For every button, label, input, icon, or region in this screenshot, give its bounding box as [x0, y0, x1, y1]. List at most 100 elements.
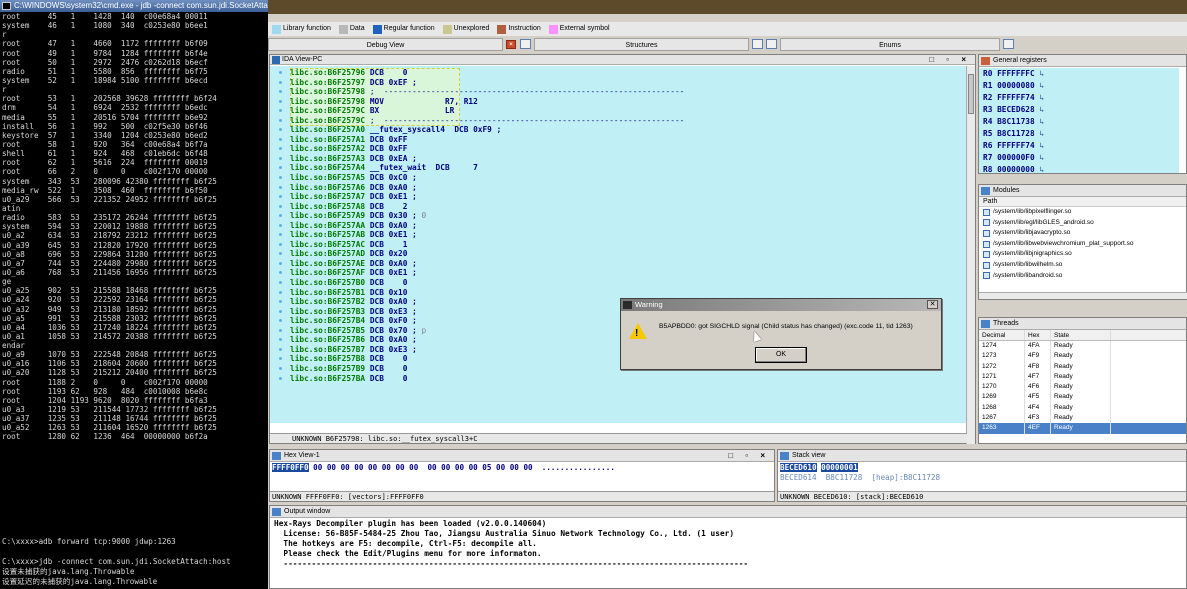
asm-line[interactable]: libc.so:B6F257AA DCB 0xA0 ;: [279, 221, 967, 231]
process-row: r: [2, 30, 7, 40]
asm-line[interactable]: libc.so:B6F257A8 DCB 2: [279, 202, 967, 212]
register-row[interactable]: R1 00000080 ↳: [983, 80, 1179, 92]
thread-row[interactable]: 1274 4FA Ready: [979, 341, 1186, 352]
asm-line[interactable]: libc.so:B6F257A5 DCB 0xC0 ;: [279, 173, 967, 183]
asm-line[interactable]: libc.so:B6F257AB DCB 0xE1 ;: [279, 230, 967, 240]
tab-structures[interactable]: Structures: [534, 38, 749, 51]
output-text[interactable]: Hex-Rays Decompiler plugin has been load…: [274, 519, 1182, 569]
asm-line[interactable]: libc.so:B6F2579C ; ---------------------…: [279, 116, 967, 126]
registers-title-bar[interactable]: General registers: [979, 55, 1186, 67]
hex-view-pane[interactable]: Hex View-1 □ ▫ × FFFF0FF0 00 00 00 00 00…: [269, 449, 775, 502]
threads-title-bar[interactable]: Threads: [979, 318, 1186, 330]
stack-view-title-bar[interactable]: Stack view: [778, 450, 1186, 462]
thread-row[interactable]: 1263 4EF Ready: [979, 423, 1186, 434]
col-hex[interactable]: Hex: [1025, 330, 1051, 340]
register-jump-icon: ↳: [1039, 93, 1045, 102]
asm-line[interactable]: libc.so:B6F257AD DCB 0x20: [279, 249, 967, 259]
ida-view-pane[interactable]: IDA View-PC □ ▫ × libc.so:B6F25796 DCB 0…: [269, 54, 976, 444]
breakpoint-dot-icon: [279, 281, 282, 285]
asm-line[interactable]: libc.so:B6F257AE DCB 0xA0 ;: [279, 259, 967, 269]
navigation-band[interactable]: [268, 0, 1187, 14]
thread-row[interactable]: 1269 4F5 Ready: [979, 392, 1186, 403]
horizontal-scrollbar[interactable]: [979, 292, 1187, 299]
col-decimal[interactable]: Decimal: [979, 330, 1025, 340]
registers-pane[interactable]: General registers R0 FFFFFFFC ↳ R1 000000…: [978, 54, 1187, 174]
thread-row[interactable]: 1271 4F7 Ready: [979, 371, 1186, 383]
register-row[interactable]: R5 B8C11728 ↳: [983, 128, 1179, 140]
thread-row[interactable]: 1272 4F8 Ready: [979, 361, 1186, 372]
stack-view-pane[interactable]: Stack view BECED610 00000001 BECED614 B8C…: [777, 449, 1187, 502]
restore-icon[interactable]: [752, 39, 763, 49]
ida-view-title-bar[interactable]: IDA View-PC □ ▫ ×: [270, 55, 975, 65]
module-row[interactable]: /system/lib/libwilhelm.so: [979, 260, 1186, 271]
window-buttons[interactable]: □ ▫ ×: [728, 450, 770, 462]
asm-line[interactable]: libc.so:B6F257A2 DCB 0xFF: [279, 144, 967, 154]
register-row[interactable]: R0 FFFFFFFC ↳: [983, 68, 1179, 80]
hex-dump[interactable]: FFFF0FF0 00 00 00 00 00 00 00 00 00 00 0…: [270, 463, 766, 489]
asm-line[interactable]: libc.so:B6F257A4 __futex_wait DCB 7: [279, 163, 967, 173]
module-row[interactable]: /system/lib/libjnigraphics.so: [979, 249, 1186, 260]
ok-button[interactable]: OK: [755, 347, 807, 363]
vertical-scrollbar[interactable]: [966, 66, 975, 444]
asm-line[interactable]: libc.so:B6F2579C BX LR: [279, 106, 967, 116]
asm-line[interactable]: libc.so:B6F257A9 DCB 0x30 ; 0: [279, 211, 967, 221]
close-icon[interactable]: ✕: [927, 300, 938, 309]
output-title-bar[interactable]: Output window: [270, 506, 1186, 518]
thread-row[interactable]: 1270 4F6 Ready: [979, 382, 1186, 393]
asm-op: DCB: [369, 287, 384, 297]
asm-address: libc.so:B6F2579C: [290, 106, 366, 116]
asm-line[interactable]: libc.so:B6F257A3 DCB 0xEA ;: [279, 154, 967, 164]
asm-line[interactable]: libc.so:B6F257A6 DCB 0xA0 ;: [279, 183, 967, 193]
asm-address: libc.so:B6F257B7: [290, 344, 366, 354]
register-row[interactable]: R2 FFFFFF74 ↳: [983, 92, 1179, 104]
asm-line[interactable]: libc.so:B6F257AC DCB 1: [279, 240, 967, 250]
thread-row[interactable]: 1268 4F4 Ready: [979, 402, 1186, 414]
thread-row[interactable]: 1267 4F3 Ready: [979, 413, 1186, 424]
tab-debug-view[interactable]: Debug View: [268, 38, 503, 51]
restore-icon[interactable]: [1003, 39, 1014, 49]
asm-line[interactable]: libc.so:B6F257A1 DCB 0xFF: [279, 134, 967, 145]
module-path: /system/lib/libjavacrypto.so: [993, 229, 1071, 237]
hex-view-title-bar[interactable]: Hex View-1 □ ▫ ×: [270, 450, 774, 462]
register-row[interactable]: R7 000000F0 ↳: [983, 152, 1179, 164]
module-row[interactable]: /system/lib/libjavacrypto.so: [979, 228, 1186, 239]
register-row[interactable]: R4 B8C11738 ↳: [983, 116, 1179, 128]
output-window[interactable]: Output window Hex-Rays Decompiler plugin…: [269, 505, 1187, 589]
asm-line[interactable]: libc.so:B6F257B1 DCB 0x10: [279, 287, 967, 298]
register-jump-icon: ↳: [1039, 105, 1045, 114]
asm-line[interactable]: libc.so:B6F25798 MOV R7, R12: [279, 97, 967, 107]
warning-dialog[interactable]: Warning ✕ ! B5APBDD0: got SIGCHLD signal…: [620, 298, 942, 370]
asm-op: DCB: [369, 68, 384, 77]
modules-column-path[interactable]: Path: [979, 197, 1186, 207]
threads-pane[interactable]: Threads Decimal Hex State 1274 4FA Ready 12…: [978, 317, 1187, 444]
asm-line[interactable]: libc.so:B6F25798 ; ---------------------…: [279, 87, 967, 97]
cmd-window[interactable]: C:\WINDOWS\system32\cmd.exe - jdb -conne…: [0, 0, 268, 589]
stack-listing[interactable]: BECED610 00000001 BECED614 B8C11728 [heap…: [778, 463, 1178, 489]
module-row[interactable]: /system/lib/egl/libGLES_android.so: [979, 218, 1186, 229]
modules-pane[interactable]: Modules Path /system/lib/libpixelflinger…: [978, 184, 1187, 300]
modules-title-bar[interactable]: Modules: [979, 185, 1186, 197]
asm-address: libc.so:B6F257A1: [290, 134, 366, 144]
asm-line[interactable]: libc.so:B6F257AF DCB 0xE1 ;: [279, 268, 967, 278]
thread-row[interactable]: 1273 4F9 Ready: [979, 351, 1186, 362]
module-row[interactable]: /system/lib/libandroid.so: [979, 271, 1186, 282]
scroll-thumb[interactable]: [968, 74, 974, 114]
module-row[interactable]: /system/lib/libwebviewchromium_plat_supp…: [979, 239, 1186, 250]
asm-line[interactable]: libc.so:B6F25796 DCB 0: [279, 68, 967, 78]
asm-line[interactable]: libc.so:B6F257BA DCB 0: [279, 374, 967, 384]
cmd-title-bar[interactable]: C:\WINDOWS\system32\cmd.exe - jdb -conne…: [0, 0, 268, 12]
register-row[interactable]: R8 00000000 ↳: [983, 164, 1179, 176]
register-row[interactable]: R6 FFFFFF74 ↳: [983, 140, 1179, 152]
close-icon[interactable]: ×: [506, 40, 516, 49]
module-row[interactable]: /system/lib/libpixelflinger.so: [979, 207, 1186, 218]
asm-line[interactable]: libc.so:B6F257A0 __futex_syscall4 DCB 0x…: [279, 125, 967, 135]
register-row[interactable]: R3 BECED628 ↳: [983, 104, 1179, 116]
warning-title-bar[interactable]: Warning ✕: [621, 299, 941, 311]
register-name: R0: [983, 69, 993, 78]
asm-line[interactable]: libc.so:B6F25797 DCB 0xEF ;: [279, 78, 967, 88]
tab-enums[interactable]: Enums: [780, 38, 1000, 51]
window-buttons[interactable]: □ ▫ ×: [929, 55, 971, 65]
col-state[interactable]: State: [1051, 330, 1111, 340]
asm-line[interactable]: libc.so:B6F257A7 DCB 0xE1 ;: [279, 192, 967, 202]
asm-line[interactable]: libc.so:B6F257B0 DCB 0: [279, 278, 967, 288]
